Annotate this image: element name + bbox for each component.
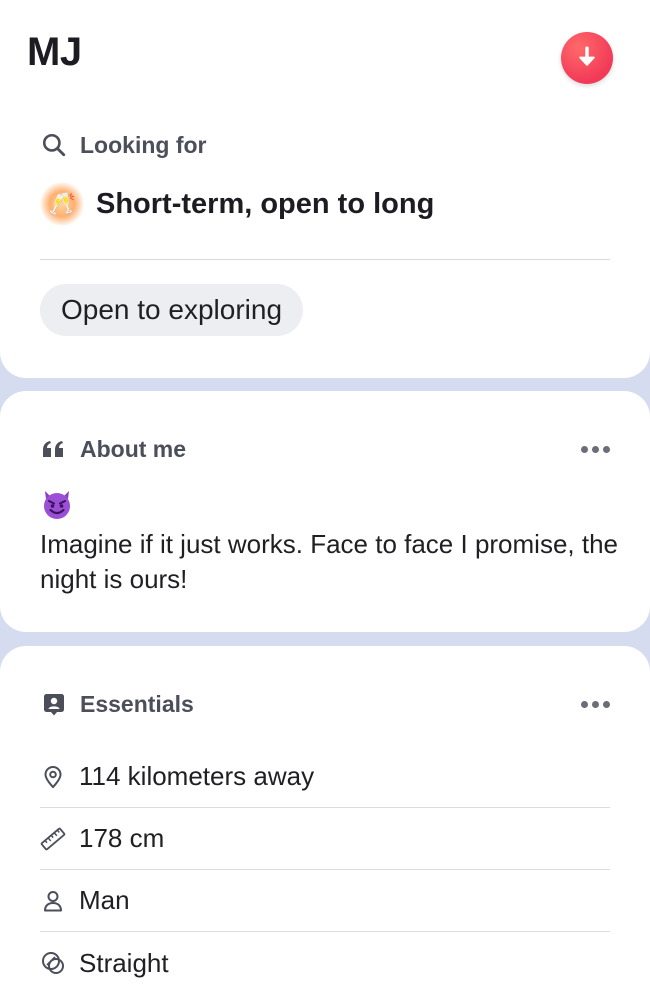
essential-orientation: Straight <box>40 932 610 994</box>
about-me-text: Imagine if it just works. Face to face I… <box>40 529 619 594</box>
ruler-icon <box>40 826 66 852</box>
looking-for-value: 🥂 Short-term, open to long <box>40 182 434 226</box>
more-dot <box>592 701 599 708</box>
champagne-icon: 🥂 <box>40 182 84 226</box>
essential-height-label: 178 cm <box>79 823 165 853</box>
looking-for-value-label: Short-term, open to long <box>96 187 435 220</box>
essential-distance-label: 114 kilometers away <box>79 761 315 791</box>
open-to-exploring-tag: Open to exploring <box>40 284 304 336</box>
smiling-devil-icon <box>44 491 70 519</box>
essential-height: 178 cm <box>40 808 610 870</box>
more-dot <box>603 446 610 453</box>
divider <box>40 259 610 260</box>
looking-for-heading-label: Looking for <box>80 131 207 158</box>
essentials-heading-label: Essentials <box>80 690 194 717</box>
about-me-more-button[interactable] <box>581 446 610 453</box>
essential-gender: Man <box>40 870 610 932</box>
orientation-icon <box>40 950 66 976</box>
about-me-heading: About me <box>40 435 186 463</box>
looking-for-card: Looking for 🥂 Short-term, open to long O… <box>0 98 650 378</box>
more-dot <box>581 446 588 453</box>
more-dot <box>603 701 610 708</box>
person-icon <box>40 888 66 914</box>
about-me-heading-label: About me <box>80 435 187 462</box>
about-me-card: About me Imagine if it just works. Face … <box>0 391 650 632</box>
profile-page: MJ Looking for 🥂 Short-term, open to lon… <box>0 0 650 1000</box>
more-dot <box>592 446 599 453</box>
profile-name: MJ <box>27 30 82 74</box>
search-icon <box>40 131 68 159</box>
essential-distance: 114 kilometers away <box>40 746 610 808</box>
profile-card-icon <box>40 690 68 718</box>
download-button[interactable] <box>561 32 613 84</box>
more-dot <box>581 701 588 708</box>
essentials-more-button[interactable] <box>581 701 610 708</box>
essentials-card: Essentials 114 kilometers away 178 cm Ma… <box>0 646 650 1000</box>
location-pin-icon <box>40 764 66 790</box>
looking-for-heading: Looking for <box>40 131 206 159</box>
arrow-down-icon <box>579 46 595 66</box>
essential-orientation-label: Straight <box>79 947 169 978</box>
essentials-heading: Essentials <box>40 690 194 718</box>
essential-gender-label: Man <box>79 885 130 915</box>
profile-header: MJ <box>0 0 650 100</box>
quote-icon <box>40 435 68 463</box>
